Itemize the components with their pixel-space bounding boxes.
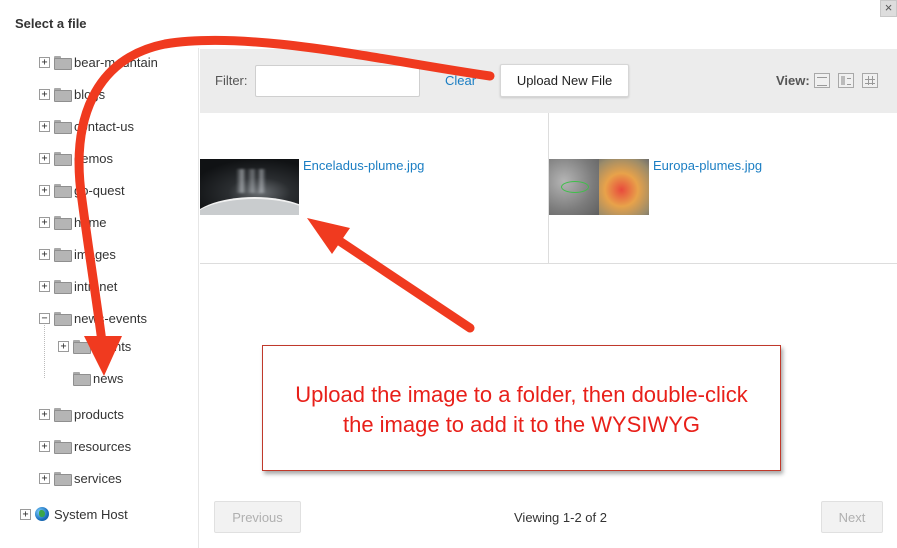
file-thumbnail[interactable] [200,159,299,215]
expand-icon[interactable]: + [39,440,50,452]
tree-item-label: products [74,406,124,422]
expand-icon[interactable]: + [58,340,69,352]
folder-open-icon [54,312,72,326]
tree-item-label: blogs [74,86,106,102]
tree-item-images[interactable]: + images [39,244,116,264]
expand-icon[interactable]: + [39,472,50,484]
tree-item-label: System Host [54,506,128,522]
globe-icon [35,507,49,521]
file-item[interactable]: Enceladus-plume.jpg [200,113,548,263]
tree-item-news[interactable]: news [73,368,123,388]
previous-button[interactable]: Previous [214,501,301,533]
expand-icon[interactable]: + [39,184,50,196]
list-view-icon[interactable] [814,73,830,88]
tree-item-services[interactable]: + services [39,468,122,488]
tree-item-label: bear-mountain [74,54,158,70]
tree-item-go-quest[interactable]: + go-quest [39,180,125,200]
expand-icon[interactable]: + [39,408,50,420]
tree-item-label: resources [74,438,132,454]
folder-icon [54,88,72,102]
folder-icon [54,472,72,486]
folder-icon [54,56,72,70]
pager-status: Viewing 1-2 of 2 [514,510,607,525]
tree-item-home[interactable]: + home [39,212,107,232]
tree-item-label: contact-us [74,118,134,134]
tree-item-intranet[interactable]: + intranet [39,276,117,296]
dialog-title: Select a file [15,16,87,31]
file-name-link[interactable]: Enceladus-plume.jpg [303,158,424,173]
thumbnail-marker [561,181,589,193]
filter-input[interactable] [255,65,420,97]
file-toolbar: Filter: Clear Upload New File View: [200,49,897,113]
expand-icon[interactable]: + [39,56,50,68]
folder-icon [73,340,91,354]
tree-item-label: go-quest [74,182,125,198]
folder-icon [54,120,72,134]
expand-icon[interactable]: + [20,508,31,520]
folder-open-icon [73,372,91,386]
file-name-link[interactable]: Europa-plumes.jpg [653,158,762,173]
grid-view-icon[interactable] [862,73,878,88]
tree-item-label: news-events [74,310,147,326]
collapse-icon[interactable]: − [39,312,50,324]
tree-item-label: news [93,370,124,386]
expand-icon[interactable]: + [39,152,50,164]
tree-item-events[interactable]: + events [58,336,131,356]
tree-item-demos[interactable]: + demos [39,148,113,168]
expand-icon[interactable]: + [39,216,50,228]
expand-icon[interactable]: + [39,248,50,260]
filter-label: Filter: [215,73,248,88]
annotation-callout: Upload the image to a folder, then doubl… [262,345,781,471]
expand-icon[interactable]: + [39,88,50,100]
folder-tree: + bear-mountain + blogs + contact-us + d… [0,48,199,548]
folder-icon [54,280,72,294]
tree-item-label: images [74,246,116,262]
tree-item-blogs[interactable]: + blogs [39,84,105,104]
annotation-text: Upload the image to a folder, then doubl… [295,382,748,437]
tree-item-resources[interactable]: + resources [39,436,131,456]
file-thumbnail[interactable] [549,159,649,215]
tree-item-contact-us[interactable]: + contact-us [39,116,134,136]
folder-icon [54,152,72,166]
folder-icon [54,184,72,198]
folder-icon [54,408,72,422]
tree-item-news-events[interactable]: − news-events [39,308,147,328]
tree-connector [44,320,45,378]
tree-item-label: intranet [74,278,118,294]
tree-item-label: demos [74,150,114,166]
thumbnail-panel [599,159,649,215]
tree-item-bear-mountain[interactable]: + bear-mountain [39,52,158,72]
thumbnail-view-icon[interactable] [838,73,854,88]
expand-icon[interactable]: + [39,280,50,292]
folder-icon [54,440,72,454]
tree-item-label: home [74,214,107,230]
next-button[interactable]: Next [821,501,883,533]
file-item[interactable]: Europa-plumes.jpg [549,113,897,263]
tree-item-label: services [74,470,122,486]
folder-icon [54,248,72,262]
file-results: Enceladus-plume.jpg Europa-plumes.jpg [200,113,897,264]
tree-item-products[interactable]: + products [39,404,124,424]
expand-icon[interactable]: + [39,120,50,132]
view-label: View: [776,73,810,88]
clear-link[interactable]: Clear [445,73,476,88]
tree-item-system-host[interactable]: + System Host [20,504,128,524]
tree-item-label: events [93,338,132,354]
close-icon[interactable]: × [880,0,897,17]
upload-new-file-button[interactable]: Upload New File [500,64,629,97]
folder-icon [54,216,72,230]
